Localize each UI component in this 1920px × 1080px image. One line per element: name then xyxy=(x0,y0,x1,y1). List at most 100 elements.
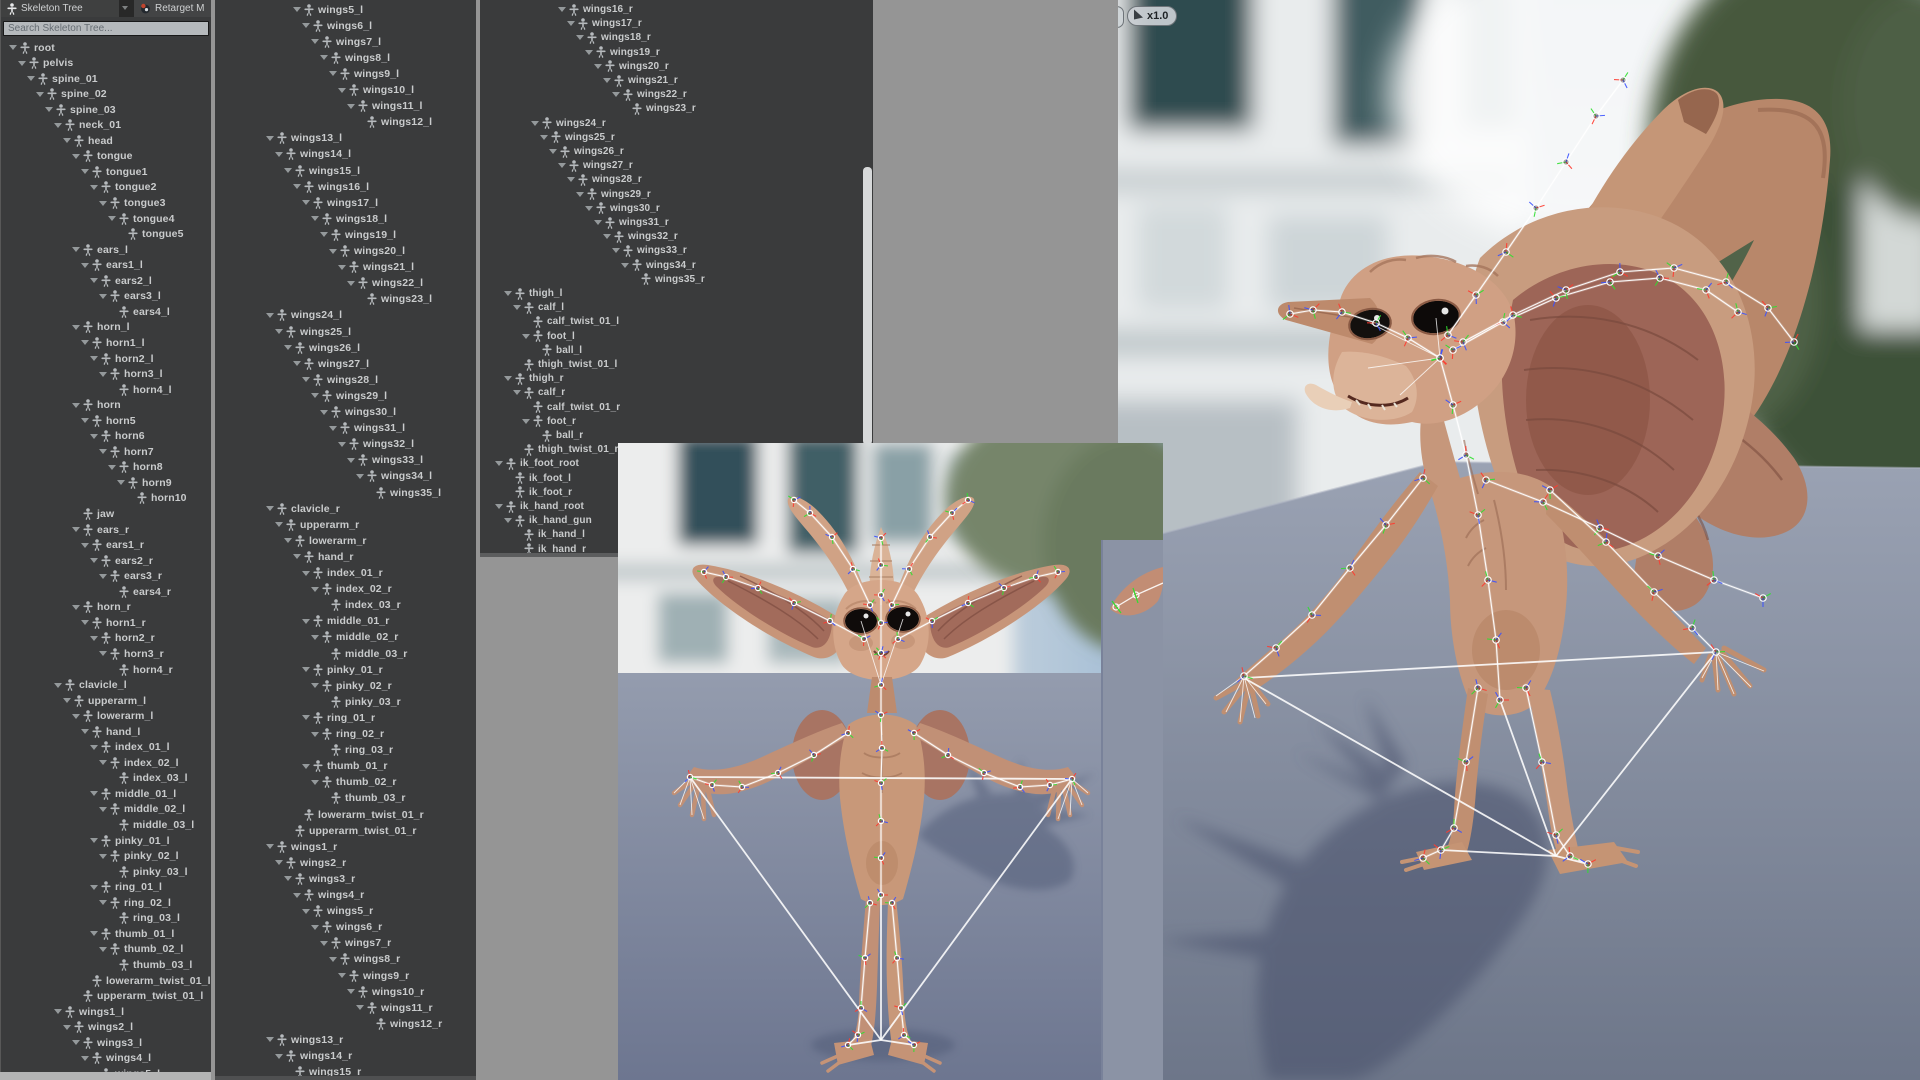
tree-row[interactable]: wings2_r xyxy=(275,855,346,870)
tree-row[interactable]: ring_01_l xyxy=(90,880,162,895)
expander-arrow-icon[interactable] xyxy=(356,1005,364,1011)
tree-row[interactable]: ring_02_l xyxy=(99,895,171,910)
tree-row[interactable]: thigh_twist_01_l xyxy=(513,358,617,371)
expander-arrow-icon[interactable] xyxy=(338,264,346,270)
tree-row[interactable]: pinky_03_l xyxy=(108,864,188,879)
scrollbar-thumb[interactable] xyxy=(863,167,872,445)
expander-arrow-icon[interactable] xyxy=(81,262,89,268)
expander-arrow-icon[interactable] xyxy=(63,698,71,704)
expander-arrow-icon[interactable] xyxy=(603,78,611,83)
tree-row[interactable]: ring_02_r xyxy=(311,727,384,742)
expander-arrow-icon[interactable] xyxy=(347,989,355,995)
tree-row[interactable]: ears1_l xyxy=(81,258,143,273)
expander-arrow-icon[interactable] xyxy=(90,931,98,937)
tree-row[interactable]: wings9_l xyxy=(329,66,399,81)
expander-arrow-icon[interactable] xyxy=(585,49,593,55)
tree-row[interactable]: wings30_r xyxy=(585,202,660,215)
tree-row[interactable]: wings19_l xyxy=(320,227,396,242)
tree-row[interactable]: wings18_l xyxy=(311,211,387,226)
expander-arrow-icon[interactable] xyxy=(311,586,319,592)
tree-row[interactable]: index_01_l xyxy=(90,740,170,755)
expander-arrow-icon[interactable] xyxy=(320,409,328,415)
expander-arrow-icon[interactable] xyxy=(311,216,319,222)
tree-row[interactable]: middle_01_l xyxy=(90,786,176,801)
tree-row[interactable]: wings26_r xyxy=(549,145,624,158)
tree-row[interactable]: tongue4 xyxy=(108,211,175,226)
tree-row[interactable]: tongue xyxy=(72,149,133,164)
tree-row[interactable]: ik_hand_root xyxy=(495,500,584,513)
expander-arrow-icon[interactable] xyxy=(293,184,301,190)
expander-arrow-icon[interactable] xyxy=(99,200,107,206)
tree-row[interactable]: spine_03 xyxy=(45,102,116,117)
tree-row[interactable]: horn3_l xyxy=(99,367,163,382)
tree-row[interactable]: wings19_r xyxy=(585,46,660,59)
expander-arrow-icon[interactable] xyxy=(99,900,107,906)
tree-row[interactable]: wings35_r xyxy=(630,273,705,286)
tree-row[interactable]: thumb_01_r xyxy=(302,759,388,774)
tree-row[interactable]: wings23_l xyxy=(356,292,432,307)
expander-arrow-icon[interactable] xyxy=(302,570,310,576)
tree-row[interactable]: wings4_l xyxy=(81,1051,151,1066)
expander-arrow-icon[interactable] xyxy=(108,216,116,222)
tree-row[interactable]: horn_r xyxy=(72,600,131,615)
expander-arrow-icon[interactable] xyxy=(90,356,98,361)
tree-row[interactable]: lowerarm_twist_01_l xyxy=(81,973,211,988)
tree-row[interactable]: wings3_r xyxy=(284,871,355,886)
tree-row[interactable]: wings13_r xyxy=(266,1032,343,1047)
expander-arrow-icon[interactable] xyxy=(108,464,116,470)
expander-arrow-icon[interactable] xyxy=(99,371,107,377)
expander-arrow-icon[interactable] xyxy=(266,135,274,141)
tree-row[interactable]: horn9 xyxy=(117,475,172,490)
tree-row[interactable]: wings34_r xyxy=(621,259,696,272)
expander-arrow-icon[interactable] xyxy=(90,838,98,844)
expander-arrow-icon[interactable] xyxy=(72,324,80,330)
expander-arrow-icon[interactable] xyxy=(311,683,319,689)
expander-arrow-icon[interactable] xyxy=(302,618,310,624)
tree-row[interactable]: middle_02_l xyxy=(99,802,185,817)
tree-row[interactable]: ring_01_r xyxy=(302,710,375,725)
tree-row[interactable]: wings3_l xyxy=(72,1035,142,1050)
expander-arrow-icon[interactable] xyxy=(36,91,44,97)
expander-arrow-icon[interactable] xyxy=(284,876,292,882)
tree-row[interactable]: thumb_02_l xyxy=(99,942,183,957)
tree-row[interactable]: wings10_l xyxy=(338,83,414,98)
tree-row[interactable]: thigh_r xyxy=(504,372,564,385)
tree-row[interactable]: calf_twist_01_r xyxy=(522,401,620,414)
expander-arrow-icon[interactable] xyxy=(311,39,319,45)
tab-skeleton-tree[interactable]: Skeleton Tree xyxy=(1,0,119,17)
tree-row[interactable]: ball_r xyxy=(531,429,583,442)
tree-row[interactable]: wings18_r xyxy=(576,31,651,44)
expander-arrow-icon[interactable] xyxy=(558,7,566,12)
expander-arrow-icon[interactable] xyxy=(27,76,35,82)
tree-row[interactable]: ik_hand_gun xyxy=(504,514,592,527)
expander-arrow-icon[interactable] xyxy=(266,312,274,318)
tree-row[interactable]: wings32_r xyxy=(603,230,678,243)
tree-row[interactable]: index_03_l xyxy=(108,771,188,786)
expander-arrow-icon[interactable] xyxy=(99,293,107,299)
tree-row[interactable]: lowerarm_twist_01_r xyxy=(293,807,424,822)
tree-row[interactable]: clavicle_l xyxy=(54,678,127,693)
tree-row[interactable]: ring_03_l xyxy=(108,911,180,926)
tree-row[interactable]: horn1_l xyxy=(81,335,145,350)
tree-row[interactable]: wings22_r xyxy=(612,88,687,101)
search-input[interactable] xyxy=(3,21,209,36)
expander-arrow-icon[interactable] xyxy=(347,457,355,463)
tree-row[interactable]: wings34_l xyxy=(356,469,432,484)
expander-arrow-icon[interactable] xyxy=(302,763,310,769)
tree-row[interactable]: calf_r xyxy=(513,386,565,399)
expander-arrow-icon[interactable] xyxy=(284,345,292,351)
tree-row[interactable]: wings28_l xyxy=(302,372,378,387)
expander-arrow-icon[interactable] xyxy=(99,449,107,455)
expander-arrow-icon[interactable] xyxy=(504,376,512,382)
expander-arrow-icon[interactable] xyxy=(275,522,283,528)
expander-arrow-icon[interactable] xyxy=(72,713,80,719)
expander-arrow-icon[interactable] xyxy=(99,651,107,657)
tree-row[interactable]: wings20_r xyxy=(594,60,669,73)
expander-arrow-icon[interactable] xyxy=(567,177,575,183)
tree-row[interactable]: wings16_l xyxy=(293,179,369,194)
tree-row[interactable]: wings22_l xyxy=(347,276,423,291)
tree-row[interactable]: tongue1 xyxy=(81,164,148,179)
expander-arrow-icon[interactable] xyxy=(81,169,89,175)
tree-row[interactable]: wings24_r xyxy=(531,117,606,130)
tree-row[interactable]: index_02_r xyxy=(311,582,392,597)
